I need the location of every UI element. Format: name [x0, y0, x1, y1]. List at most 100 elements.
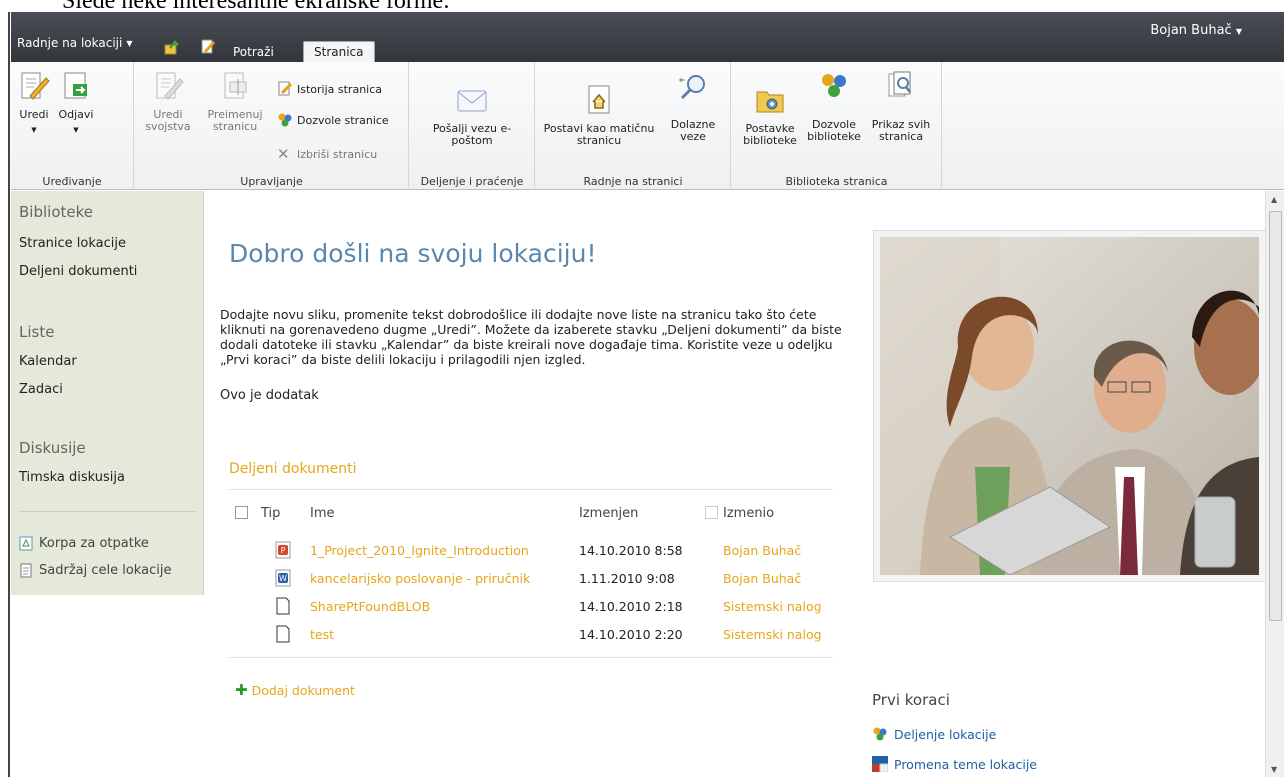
- library-permissions-label: Dozvole biblioteke: [807, 118, 861, 143]
- word-icon: W: [275, 569, 291, 587]
- chevron-down-icon: ▼: [73, 126, 79, 134]
- recycle-bin-link[interactable]: Korpa za otpatke: [19, 536, 149, 551]
- make-homepage-label: Postavi kao matičnu stranicu: [543, 122, 655, 147]
- table-row[interactable]: P 1_Project_2010_Ignite_Introduction 14.…: [229, 539, 833, 565]
- delete-page-button[interactable]: ✕ Izbriši stranicu: [277, 146, 377, 162]
- navigate-up-icon[interactable]: [164, 39, 180, 55]
- change-theme-link[interactable]: Promena teme lokacije: [872, 756, 1037, 772]
- site-contents-icon: [20, 563, 32, 578]
- share-site-icon: [873, 727, 887, 741]
- ql-item-calendar[interactable]: Kalendar: [19, 354, 77, 369]
- delete-icon: ✕: [277, 145, 290, 163]
- edit-button[interactable]: Uredi ▼: [17, 70, 51, 136]
- library-settings-icon: [756, 91, 784, 113]
- tab-browse[interactable]: Potraži: [225, 43, 282, 62]
- powerpoint-icon: P: [275, 541, 291, 559]
- tab-page[interactable]: Stranica: [303, 41, 375, 62]
- doc-modified-by[interactable]: Sistemski nalog: [723, 599, 822, 614]
- select-all-checkbox[interactable]: [235, 506, 248, 521]
- top-bar: Radnje na lokaciji ▼ Potraži Stranica Bo…: [11, 12, 1284, 62]
- doc-name[interactable]: SharePtFoundBLOB: [310, 599, 430, 614]
- column-modified-by-checkbox[interactable]: [705, 506, 718, 521]
- scroll-down-icon[interactable]: ▼: [1271, 765, 1277, 774]
- table-row[interactable]: W kancelarijsko poslovanje - priručnik 1…: [229, 567, 833, 593]
- webpart-divider: [229, 657, 833, 658]
- permissions-icon: [278, 113, 292, 127]
- doc-name[interactable]: 1_Project_2010_Ignite_Introduction: [310, 543, 529, 558]
- column-modified-by[interactable]: Izmenio: [723, 506, 774, 521]
- doc-modified: 1.11.2010 9:08: [579, 571, 675, 586]
- group-label-page-library: Biblioteka stranica: [785, 175, 888, 188]
- ribbon-group-page-library: Postavke biblioteke Dozvole biblioteke P…: [732, 62, 942, 190]
- column-modified[interactable]: Izmenjen: [579, 506, 638, 521]
- library-settings-button[interactable]: Postavke biblioteke: [738, 84, 802, 147]
- incoming-links-label: Dolazne veze: [670, 118, 716, 143]
- page-permissions-button[interactable]: Dozvole stranice: [277, 112, 389, 128]
- user-name: Bojan Buhač: [1150, 23, 1232, 38]
- doc-modified: 14.10.2010 8:58: [579, 543, 683, 558]
- ql-divider: [19, 511, 195, 512]
- chevron-down-icon: ▼: [1235, 27, 1242, 36]
- scroll-up-icon[interactable]: ▲: [1271, 195, 1277, 204]
- page-history-button[interactable]: Istorija stranica: [277, 81, 382, 97]
- check-out-icon: [64, 72, 87, 99]
- doc-modified-by[interactable]: Bojan Buhač: [723, 543, 801, 558]
- delete-page-label: Izbriši stranicu: [297, 147, 378, 161]
- user-menu[interactable]: Bojan Buhač ▼: [1150, 23, 1242, 38]
- add-document-label: Dodaj dokument: [251, 682, 355, 698]
- doc-modified-by[interactable]: Bojan Buhač: [723, 571, 801, 586]
- rename-page-button[interactable]: Preimenuj stranicu: [205, 70, 265, 133]
- email-link-button[interactable]: Pošalji vezu e-poštom: [422, 84, 522, 147]
- share-site-link[interactable]: Deljenje lokacije: [872, 726, 996, 742]
- ribbon-group-manage: Uredi svojstva Preimenuj stranicu Istori…: [135, 62, 409, 190]
- doc-name[interactable]: test: [310, 627, 334, 642]
- addendum-text: Ovo je dodatak: [220, 388, 319, 403]
- shared-documents-title[interactable]: Deljeni dokumenti: [229, 461, 357, 477]
- table-row[interactable]: SharePtFoundBLOB 14.10.2010 2:18 Sistems…: [229, 595, 833, 621]
- add-document-link[interactable]: ✚ Dodaj dokument: [235, 681, 355, 699]
- incoming-links-button[interactable]: Dolazne veze: [668, 70, 718, 143]
- site-contents-link[interactable]: Sadržaj cele lokacije: [19, 563, 171, 578]
- group-label-share: Deljenje i praćenje: [420, 175, 524, 188]
- sharepoint-window: Radnje na lokaciji ▼ Potraži Stranica Bo…: [11, 12, 1284, 777]
- group-label-edit: Uređivanje: [42, 175, 102, 188]
- ribbon: Uredi ▼ Odjavi ▼ Uređivanje Uredi svojst…: [11, 62, 1284, 190]
- site-actions-menu[interactable]: Radnje na lokaciji ▼: [17, 36, 132, 50]
- doc-modified-by[interactable]: Sistemski nalog: [723, 627, 822, 642]
- make-homepage-button[interactable]: Postavi kao matičnu stranicu: [540, 84, 658, 147]
- ql-item-team-discussion[interactable]: Timska diskusija: [19, 470, 125, 485]
- doc-name[interactable]: kancelarijsko poslovanje - priručnik: [310, 571, 530, 586]
- edit-properties-button[interactable]: Uredi svojstva: [141, 70, 195, 133]
- email-link-label: Pošalji vezu e-poštom: [432, 122, 512, 147]
- edit-properties-icon: [156, 72, 184, 100]
- main-content: Dobro došli na svoju lokaciju! Dodajte n…: [205, 191, 1265, 777]
- column-type[interactable]: Tip: [261, 506, 280, 521]
- rename-page-icon: [224, 72, 247, 99]
- ql-item-shared-documents[interactable]: Deljeni dokumenti: [19, 264, 137, 279]
- edit-page-icon[interactable]: [200, 39, 216, 55]
- library-settings-label: Postavke biblioteke: [743, 122, 797, 147]
- column-name[interactable]: Ime: [310, 506, 335, 521]
- check-out-button[interactable]: Odjavi ▼: [55, 70, 97, 136]
- library-permissions-button[interactable]: Dozvole biblioteke: [804, 70, 864, 143]
- edit-label: Uredi: [19, 108, 49, 121]
- ribbon-group-page-actions: Postavi kao matičnu stranicu Dolazne vez…: [536, 62, 731, 190]
- page-history-icon: [278, 81, 293, 96]
- add-icon: ✚: [235, 681, 248, 699]
- view-all-pages-button[interactable]: Prikaz svih stranica: [868, 70, 934, 143]
- scroll-thumb[interactable]: [1269, 211, 1282, 621]
- page-title: Dobro došli na svoju lokaciju!: [229, 239, 597, 268]
- ql-item-tasks[interactable]: Zadaci: [19, 382, 63, 397]
- ql-heading-discussions[interactable]: Diskusije: [19, 439, 86, 457]
- ql-item-site-pages[interactable]: Stranice lokacije: [19, 236, 126, 251]
- share-site-label: Deljenje lokacije: [894, 726, 997, 742]
- site-image: [874, 231, 1265, 581]
- check-out-label: Odjavi: [58, 108, 94, 121]
- vertical-scrollbar[interactable]: ▲ ▼: [1265, 191, 1284, 777]
- ql-heading-libraries[interactable]: Biblioteke: [19, 203, 93, 221]
- team-photo: [880, 237, 1259, 575]
- ql-heading-lists[interactable]: Liste: [19, 323, 54, 341]
- home-page-icon: [588, 85, 610, 114]
- table-row[interactable]: test 14.10.2010 2:20 Sistemski nalog: [229, 623, 833, 649]
- svg-text:P: P: [281, 546, 286, 555]
